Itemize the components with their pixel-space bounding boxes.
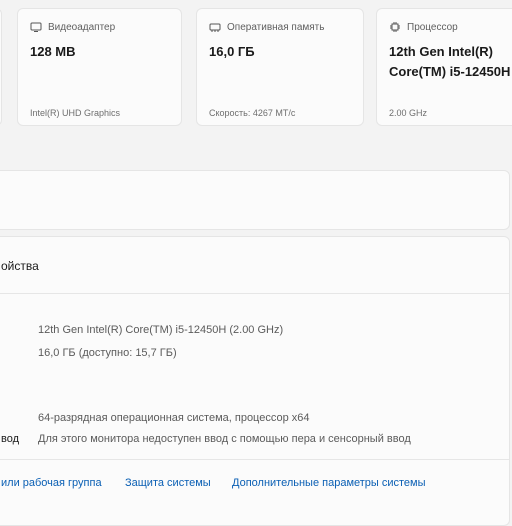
device-specs-panel: ойства 12th Gen Intel(R) Core(TM) i5-124…: [0, 236, 510, 526]
processor-title: Процессор: [407, 21, 458, 33]
display-adapter-title: Видеоадаптер: [48, 21, 116, 33]
processor-sub: 2.00 GHz: [389, 108, 428, 118]
display-adapter-value: 128 MB: [30, 44, 76, 59]
empty-panel: [0, 170, 510, 230]
processor-header: Процессор: [389, 21, 458, 33]
display-adapter-card: Видеоадаптер 128 MB Intel(R) UHD Graphic…: [17, 8, 182, 126]
spec-pen-touch-value: Для этого монитора недоступен ввод с пом…: [38, 433, 411, 445]
spec-system-type-value: 64-разрядная операционная система, проце…: [38, 412, 310, 424]
processor-icon: [390, 22, 400, 32]
display-adapter-sub: Intel(R) UHD Graphics: [30, 108, 121, 118]
ram-sub: Скорость: 4267 MT/c: [209, 108, 296, 118]
spec-pen-touch-label: вод: [1, 433, 20, 445]
processor-value-line2: Core(TM) i5-12450H: [389, 64, 511, 79]
card-left-edge: [0, 8, 2, 126]
specs-divider: [0, 293, 509, 294]
ram-icon: [209, 23, 221, 32]
processor-value: 12th Gen Intel(R) Core(TM) i5-12450H: [389, 42, 510, 82]
spec-processor-value: 12th Gen Intel(R) Core(TM) i5-12450H (2.…: [38, 324, 284, 336]
display-adapter-icon: [30, 22, 42, 32]
advanced-system-settings-link[interactable]: Дополнительные параметры системы: [232, 477, 426, 489]
specs-title: ойства: [1, 259, 39, 273]
ram-value: 16,0 ГБ: [209, 44, 255, 59]
workgroup-link[interactable]: или рабочая группа: [1, 477, 102, 489]
system-protection-link[interactable]: Защита системы: [125, 477, 211, 489]
ram-card: Оперативная память 16,0 ГБ Скорость: 426…: [196, 8, 364, 126]
spec-ram-value: 16,0 ГБ (доступно: 15,7 ГБ): [38, 347, 177, 359]
processor-card: Процессор 12th Gen Intel(R) Core(TM) i5-…: [376, 8, 512, 126]
ram-title: Оперативная память: [227, 21, 325, 33]
processor-value-line1: 12th Gen Intel(R): [389, 44, 494, 59]
display-adapter-header: Видеоадаптер: [30, 21, 115, 33]
links-divider: [0, 459, 509, 460]
ram-header: Оперативная память: [209, 21, 324, 33]
